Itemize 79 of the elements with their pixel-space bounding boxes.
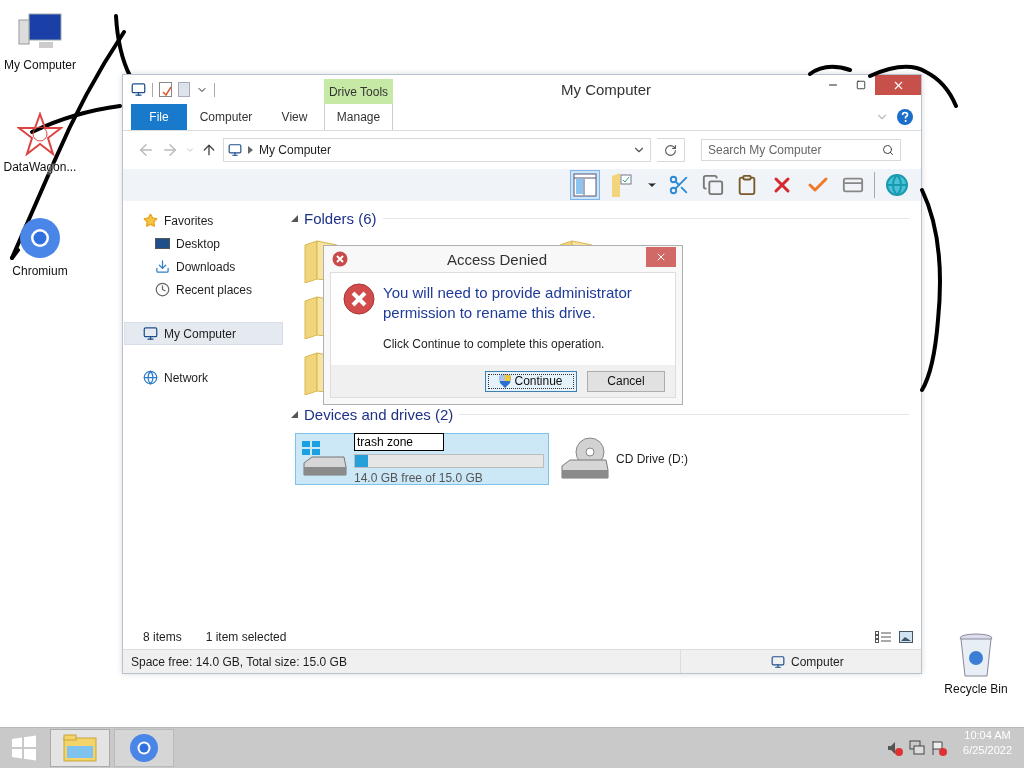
nav-item[interactable]: Recent places [124,278,283,301]
copy-button[interactable] [700,172,726,198]
nav-item[interactable]: Downloads [124,255,283,278]
context-tab-header: Drive Tools [324,79,393,104]
cd-drive-icon [560,436,610,482]
ribbon-tab[interactable]: Computer [187,104,265,130]
window-title: My Computer [560,80,652,100]
desktop-icon-label: Chromium [12,264,68,278]
dialog-title: Access Denied [445,250,549,268]
nav-item[interactable]: Network [124,366,283,389]
flag-icon[interactable] [931,740,948,756]
nav-item[interactable]: Favorites [124,209,283,232]
rename-field[interactable]: trash zone [354,433,444,451]
taskbar-button[interactable] [114,729,174,767]
chromium-icon [129,733,159,763]
drive-tile[interactable]: CD Drive (D:) [555,433,809,485]
collapse-arrow-icon[interactable] [291,214,298,222]
desktop-icon[interactable]: My Computer [0,10,80,72]
desktop-icon-label: Recycle Bin [944,682,1008,696]
nav-item[interactable]: Desktop [124,232,283,255]
computer-icon [228,143,242,157]
collapse-arrow-icon[interactable] [291,410,298,418]
hard-drive-icon [300,439,348,479]
breadcrumb-arrow-icon [248,146,253,154]
error-icon [343,283,375,315]
nav-item[interactable]: My Computer [124,322,283,345]
preview-pane-button[interactable] [570,170,600,200]
close-icon [655,251,667,263]
details-view-icon[interactable] [875,631,891,643]
muted-speaker-icon[interactable] [887,740,904,756]
new-folder-icon [178,82,190,97]
network-icon [143,370,158,385]
search-field[interactable]: Search My Computer [701,139,901,161]
drive-tile[interactable]: trash zone 14.0 GB free of 15.0 GB [295,433,549,485]
properties-icon [159,82,172,97]
file-explorer-icon [63,734,97,762]
group-heading[interactable]: Devices and drives (2) [304,405,454,423]
large-icons-view-icon[interactable] [899,631,913,643]
error-icon [332,251,348,267]
desktop-icon-label: My Computer [4,58,76,72]
download-icon [155,259,170,274]
clock-icon [155,282,170,297]
help-icon[interactable] [897,109,913,125]
up-button[interactable] [201,142,217,158]
globe-button[interactable] [883,171,911,199]
maximize-icon [856,80,866,90]
desktop-icon[interactable]: Recycle Bin [936,632,1016,696]
refresh-icon [664,143,677,157]
star-logo-icon [17,112,63,156]
ribbon-tab[interactable]: View [265,104,324,130]
address-bar[interactable]: My Computer [223,138,651,162]
dialog-message: You will need to provide administrator permission to rename this drive. [383,283,633,323]
chromium-icon [17,216,63,260]
status-text: Space free: 14.0 GB, Total size: 15.0 GB [131,654,348,669]
ribbon-tab[interactable]: File [131,104,187,130]
selection-count: 1 item selected [205,630,287,644]
desktop-icon [155,237,170,250]
dialog-detail: Click Continue to complete this operation. [383,337,606,351]
computer-icon [131,82,146,97]
item-count: 8 items [143,630,182,644]
free-space-text: 14.0 GB free of 15.0 GB [354,471,484,485]
search-icon [882,144,894,156]
refresh-button[interactable] [657,138,685,162]
taskbar-button[interactable] [50,729,110,767]
computer-icon [143,326,158,341]
drive-name: CD Drive (D:) [616,452,689,466]
computer-icon [771,654,785,669]
zone-text: Computer [791,654,844,669]
forward-button[interactable] [161,141,179,159]
ribbon-tab[interactable]: Manage [324,104,393,130]
dialog-button[interactable]: Continue [485,370,577,392]
desktop-icon[interactable]: Chromium [0,216,80,278]
back-button[interactable] [137,141,155,159]
shield-icon [499,374,512,388]
dialog-button[interactable]: Cancel [587,370,665,392]
star-icon [143,213,158,228]
network-icon[interactable] [909,740,926,756]
windows-logo-icon [11,735,37,761]
group-heading[interactable]: Folders (6) [304,209,377,227]
